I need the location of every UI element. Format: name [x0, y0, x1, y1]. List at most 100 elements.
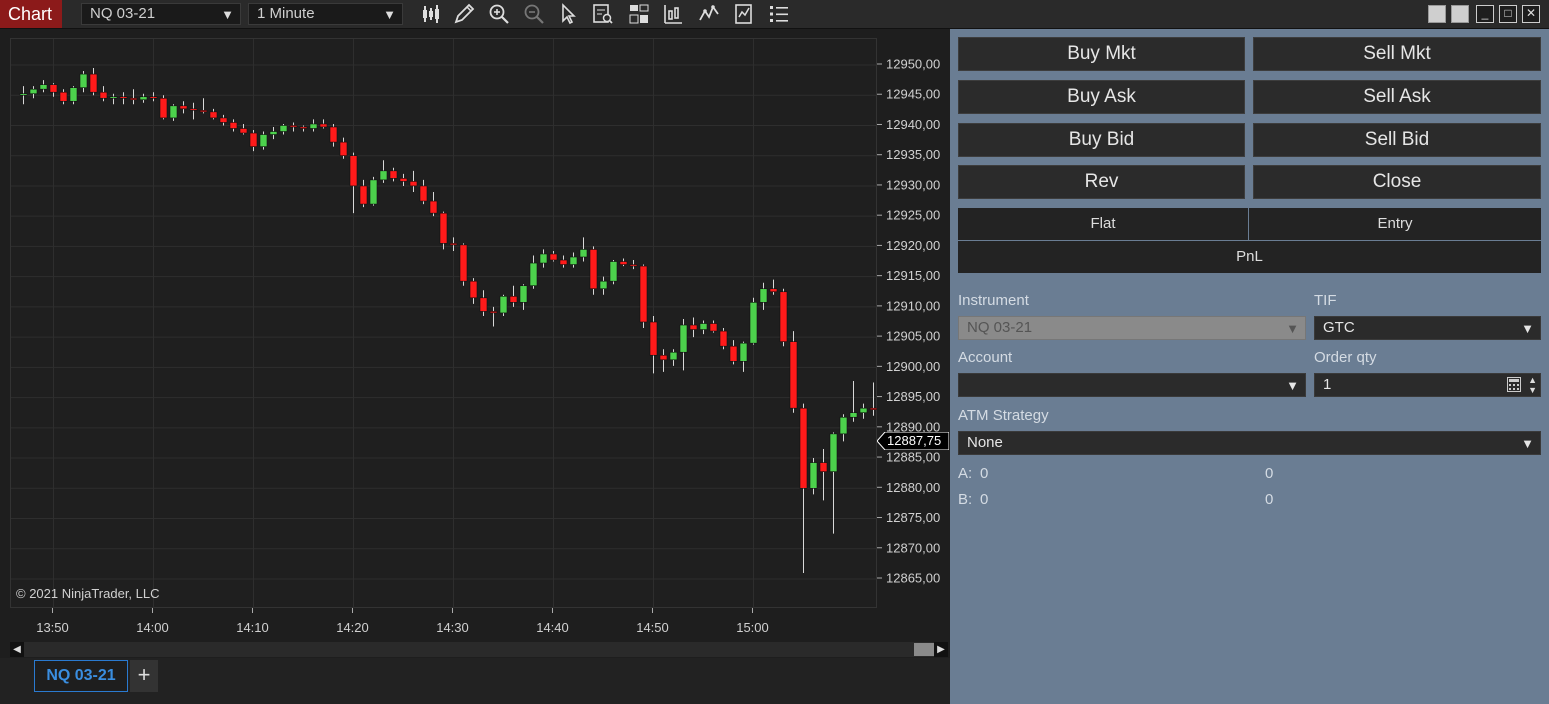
- candle: [169, 104, 178, 121]
- price-axis-ticks: 12950,00 12945,00 12940,00 12935,00 12930,00…: [877, 57, 940, 586]
- candle: [719, 328, 728, 350]
- account-select[interactable]: ▼: [958, 373, 1306, 397]
- candles: [19, 68, 928, 573]
- candle-body: [649, 321, 658, 356]
- tab-nq-03-21[interactable]: NQ 03-21: [34, 660, 128, 692]
- instrument-selector[interactable]: NQ 03-21 ▼: [81, 3, 241, 25]
- candle-body: [869, 407, 878, 410]
- properties-icon[interactable]: [732, 2, 756, 26]
- bars-type-icon[interactable]: [419, 2, 443, 26]
- instrument-field: NQ 03-21 ▼: [958, 316, 1306, 340]
- candle-body: [729, 345, 738, 362]
- data-box-icon[interactable]: [591, 2, 615, 26]
- candle-body: [209, 111, 218, 119]
- candle: [59, 89, 68, 105]
- candle-body: [549, 253, 558, 261]
- zoom-in-icon[interactable]: [487, 2, 511, 26]
- candle: [289, 122, 298, 132]
- candle: [319, 119, 328, 129]
- candle-body: [399, 178, 408, 182]
- maximize-button[interactable]: □: [1499, 5, 1517, 23]
- pointer-icon[interactable]: [556, 2, 580, 26]
- sell-ask-button[interactable]: Sell Ask: [1253, 80, 1541, 114]
- candle: [339, 137, 348, 159]
- atm-strategy-select[interactable]: None ▼: [958, 431, 1541, 455]
- scroll-right-icon[interactable]: ▶: [934, 642, 948, 657]
- sell-bid-button[interactable]: Sell Bid: [1253, 123, 1541, 157]
- price-tick-label: 12930,00: [886, 177, 940, 192]
- candle: [809, 458, 818, 495]
- candle-body: [479, 297, 488, 312]
- minimize-button[interactable]: _: [1476, 5, 1494, 23]
- reverse-button[interactable]: Rev: [958, 165, 1245, 199]
- candle-body: [49, 84, 58, 93]
- last-price-value: 12887,75: [887, 433, 942, 448]
- candle-body: [529, 262, 538, 287]
- price-tick-label: 12940,00: [886, 117, 940, 132]
- price-tick-label: 12870,00: [886, 540, 940, 555]
- price-axis[interactable]: 12950,00 12945,00 12940,00 12935,00 12930,00…: [876, 38, 950, 608]
- add-tab-button[interactable]: +: [130, 660, 158, 692]
- candle: [349, 152, 358, 214]
- candle-body: [219, 117, 228, 123]
- price-tick-label: 12925,00: [886, 208, 940, 223]
- candle: [199, 98, 208, 114]
- candle: [779, 288, 788, 347]
- chevron-down-icon: ▼: [1286, 321, 1299, 336]
- chart-title-tab[interactable]: Chart: [0, 0, 62, 28]
- candle: [39, 80, 48, 93]
- candle-body: [279, 125, 288, 132]
- position-pnl: PnL: [958, 241, 1541, 273]
- close-window-button[interactable]: ✕: [1522, 5, 1540, 23]
- close-position-button[interactable]: Close: [1253, 165, 1541, 199]
- candle: [759, 282, 768, 310]
- candle-body: [69, 87, 78, 102]
- chart-horizontal-scrollbar[interactable]: ◀ ▶: [10, 642, 948, 657]
- candle-body: [579, 249, 588, 258]
- candle-body: [269, 131, 278, 135]
- candlestick-chart[interactable]: [11, 39, 928, 609]
- strategies-icon[interactable]: [661, 2, 685, 26]
- tif-select[interactable]: GTC ▼: [1314, 316, 1541, 340]
- order-qty-stepper[interactable]: 1 ▲ ▼: [1314, 373, 1541, 397]
- candle-body: [159, 97, 168, 119]
- zoom-out-icon[interactable]: [522, 2, 546, 26]
- price-tick-label: 12905,00: [886, 329, 940, 344]
- calculator-icon[interactable]: [1507, 377, 1521, 392]
- tif-select-value: GTC: [1323, 319, 1355, 336]
- sell-market-button[interactable]: Sell Mkt: [1253, 37, 1541, 71]
- draw-pencil-icon[interactable]: [452, 2, 476, 26]
- candlestick-chart-panel[interactable]: © 2021 NinjaTrader, LLC: [10, 38, 928, 609]
- candle-body: [239, 128, 248, 134]
- candle-body: [609, 261, 618, 282]
- candle-body: [29, 88, 38, 95]
- chart-trader-icon[interactable]: [627, 2, 651, 26]
- candle: [219, 114, 228, 126]
- b-value-left: 0: [980, 491, 989, 508]
- spinner-up-down-icon[interactable]: ▲ ▼: [1528, 375, 1537, 395]
- interval-selector[interactable]: 1 Minute ▼: [248, 3, 403, 25]
- scroll-thumb[interactable]: [914, 643, 934, 656]
- buy-ask-button[interactable]: Buy Ask: [958, 80, 1245, 114]
- window-button-1[interactable]: [1428, 5, 1446, 23]
- candle: [499, 294, 508, 316]
- time-axis[interactable]: 13:50 14:00 14:10 14:20 14:30 14:40 14:50 15:00: [10, 608, 877, 640]
- candle-body: [779, 291, 788, 342]
- candle: [379, 160, 388, 183]
- list-icon[interactable]: [767, 2, 791, 26]
- window-button-2[interactable]: [1451, 5, 1469, 23]
- buy-market-button[interactable]: Buy Mkt: [958, 37, 1245, 71]
- candle: [819, 448, 828, 501]
- candle-body: [769, 288, 778, 293]
- instrument-field-value: NQ 03-21: [967, 319, 1033, 336]
- candle-body: [249, 132, 258, 147]
- candle-body: [669, 351, 678, 361]
- buy-bid-button[interactable]: Buy Bid: [958, 123, 1245, 157]
- candle-body: [289, 125, 298, 128]
- candle: [479, 290, 488, 316]
- candle: [639, 264, 648, 329]
- candle: [729, 340, 738, 365]
- indicators-icon[interactable]: [697, 2, 721, 26]
- scroll-left-icon[interactable]: ◀: [10, 642, 24, 657]
- candle: [229, 119, 238, 132]
